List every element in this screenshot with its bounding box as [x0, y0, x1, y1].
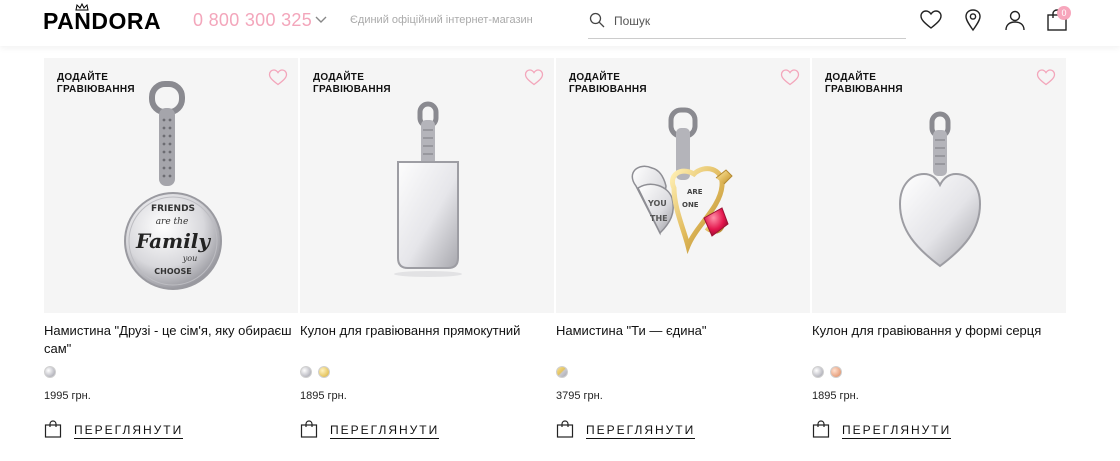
product-image[interactable]: YOU THE ARE ONE ДОДАЙТЕ ГРАВІЮВАННЯ — [556, 58, 810, 313]
engraving-badge: ДОДАЙТЕ ГРАВІЮВАННЯ — [569, 72, 647, 95]
swatch-silver[interactable] — [44, 366, 56, 378]
product-price: 3795 грн. — [556, 390, 603, 402]
pandora-logo[interactable]: PANDORA — [43, 8, 161, 35]
color-swatches — [300, 363, 336, 378]
color-swatches — [556, 363, 574, 378]
search-icon[interactable] — [589, 12, 605, 28]
product-name[interactable]: Кулон для гравіювання прямокутний — [300, 322, 554, 340]
shopping-bag-icon[interactable] — [300, 420, 318, 438]
search-input[interactable] — [614, 11, 894, 31]
color-swatches — [812, 363, 848, 378]
product-name[interactable]: Кулон для гравіювання у формі серця — [812, 322, 1066, 340]
swatch-silver[interactable] — [300, 366, 312, 378]
location-icon[interactable] — [961, 8, 985, 32]
view-button-label[interactable]: ПЕРЕГЛЯНУТИ — [586, 423, 696, 439]
shopping-bag-icon[interactable] — [812, 420, 830, 438]
cart-count-badge: 0 — [1057, 6, 1071, 20]
image-text: THE — [650, 214, 668, 223]
swatch-rose-gold[interactable] — [830, 366, 842, 378]
engraving-badge: ДОДАЙТЕ ГРАВІЮВАННЯ — [825, 72, 903, 95]
image-text: ONE — [682, 201, 699, 209]
image-text: YOU — [647, 199, 667, 208]
wishlist-heart-icon[interactable] — [780, 68, 800, 86]
view-button-label[interactable]: ПЕРЕГЛЯНУТИ — [842, 423, 952, 439]
image-text: Family — [135, 229, 211, 253]
product-price: 1895 грн. — [812, 390, 859, 402]
color-swatches — [44, 363, 62, 378]
product-heart-pendant-image — [898, 111, 982, 268]
product-rectangle-pendant-image — [394, 101, 462, 277]
product-charm-friends-family-image: FRIENDS are the Family you CHOOSE — [124, 81, 222, 290]
product-you-are-the-one-charm-image: YOU THE ARE ONE — [631, 107, 733, 255]
product-price: 1995 грн. — [44, 390, 91, 402]
image-text: you — [182, 254, 198, 263]
image-text: FRIENDS — [151, 204, 195, 214]
tagline: Єдиний офіційний інтернет-магазин — [350, 14, 533, 26]
site-header: PANDORA 0 800 300 325 Єдиний офіційний і… — [0, 0, 1120, 46]
image-text: CHOOSE — [154, 267, 191, 276]
phone-number[interactable]: 0 800 300 325 — [193, 10, 312, 31]
engraving-badge: ДОДАЙТЕ ГРАВІЮВАННЯ — [57, 72, 135, 95]
view-button-label[interactable]: ПЕРЕГЛЯНУТИ — [74, 423, 184, 439]
chevron-down-icon[interactable] — [315, 14, 327, 24]
view-button-label[interactable]: ПЕРЕГЛЯНУТИ — [330, 423, 440, 439]
product-image[interactable]: FRIENDS are the Family you CHOOSE ДОДАЙТ… — [44, 58, 298, 313]
image-text: ARE — [687, 188, 703, 196]
product-image[interactable]: ДОДАЙТЕ ГРАВІЮВАННЯ — [300, 58, 554, 313]
search-box[interactable] — [588, 8, 906, 39]
product-name[interactable]: Намистина "Друзі - це сім'я, яку обираєш… — [44, 322, 298, 358]
user-icon[interactable] — [1003, 8, 1027, 32]
engraving-badge: ДОДАЙТЕ ГРАВІЮВАННЯ — [313, 72, 391, 95]
shopping-bag-icon[interactable] — [556, 420, 574, 438]
swatch-gold[interactable] — [318, 366, 330, 378]
product-image[interactable]: ДОДАЙТЕ ГРАВІЮВАННЯ — [812, 58, 1066, 313]
wishlist-heart-icon[interactable] — [524, 68, 544, 86]
swatch-silver[interactable] — [812, 366, 824, 378]
product-price: 1895 грн. — [300, 390, 347, 402]
crown-icon — [75, 3, 89, 11]
image-text: are the — [156, 217, 189, 227]
product-name[interactable]: Намистина "Ти — єдина" — [556, 322, 810, 340]
swatch-two-tone[interactable] — [556, 366, 568, 378]
heart-icon[interactable] — [919, 8, 943, 32]
shopping-bag-icon[interactable] — [44, 420, 62, 438]
wishlist-heart-icon[interactable] — [268, 68, 288, 86]
wishlist-heart-icon[interactable] — [1036, 68, 1056, 86]
